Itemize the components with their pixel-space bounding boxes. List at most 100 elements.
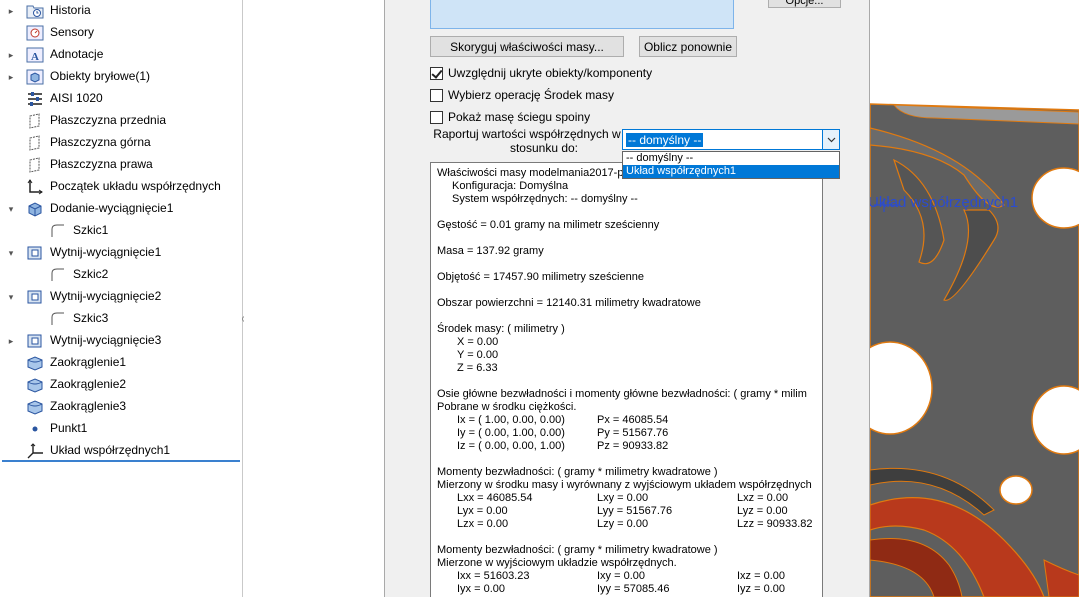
- tree-item-13[interactable]: Szkic2: [0, 264, 240, 286]
- sketch-icon: [49, 222, 67, 240]
- tree-item-label: Obiekty bryłowe(1): [50, 69, 151, 83]
- include-hidden-label: Uwzględnij ukryte obiekty/komponenty: [448, 66, 653, 80]
- tree-item-label: Zaokrąglenie3: [50, 399, 127, 413]
- result-lyz: Lyz = 0.00: [737, 505, 788, 517]
- select-com-checkbox[interactable]: [430, 88, 443, 102]
- tree-item-6[interactable]: Płaszczyzna przednia: [0, 110, 240, 132]
- tree-item-label: Wytnij-wyciągnięcie2: [50, 289, 162, 303]
- tree-item-label: Płaszczyzna górna: [50, 135, 151, 149]
- tree-item-5[interactable]: AISI 1020: [0, 88, 240, 110]
- report-label-line2: stosunku do:: [509, 141, 579, 155]
- tree-item-label: Szkic2: [73, 267, 109, 281]
- coordinate-system-label[interactable]: Układ współrzędnych1: [868, 194, 1018, 211]
- tree-item-2[interactable]: Sensory: [0, 22, 240, 44]
- combo-selected-value: -- domyślny --: [626, 133, 704, 147]
- point-icon: [26, 420, 44, 438]
- chevron-right-icon[interactable]: ▸: [6, 6, 16, 16]
- tree-item-9[interactable]: Początek układu współrzędnych: [0, 176, 240, 198]
- select-com-label: Wybierz operację Środek masy: [448, 88, 614, 102]
- tree-item-label: Zaokrąglenie1: [50, 355, 127, 369]
- result-lzy: Lzy = 0.00: [597, 518, 649, 530]
- result-lyx: Lyx = 0.00: [457, 505, 508, 517]
- chevron-right-icon[interactable]: ▸: [6, 72, 16, 82]
- tree-item-label: Układ współrzędnych1: [50, 443, 171, 457]
- feature-manager-tree: ▸ Historia Sensory ▸ A Adnotacje ▸ Obiekty brył…: [0, 0, 243, 597]
- weld-bead-checkbox[interactable]: [430, 110, 443, 124]
- tree-item-21[interactable]: Układ współrzędnych1: [0, 440, 240, 462]
- result-volume: Objętość = 17457.90 milimetry sześcienne: [437, 271, 644, 283]
- tree-item-4[interactable]: ▸ Obiekty bryłowe(1): [0, 66, 240, 88]
- tree-item-3[interactable]: ▸ A Adnotacje: [0, 44, 240, 66]
- tree-item-label: Dodanie-wyciągnięcie1: [50, 201, 174, 215]
- svg-text:A: A: [31, 51, 39, 63]
- selection-list-box[interactable]: [430, 0, 734, 29]
- result-lyy: Lyy = 51567.76: [597, 505, 673, 517]
- mass-properties-dialog: Opcje... Skoryguj właściwości masy... Ob…: [384, 0, 870, 597]
- weld-bead-label: Pokaż masę ściegu spoiny: [448, 110, 591, 124]
- tree-item-7[interactable]: Płaszczyzna górna: [0, 132, 240, 154]
- weld-bead-checkbox-row[interactable]: Pokaż masę ściegu spoiny: [430, 109, 590, 125]
- tree-item-11[interactable]: Szkic1: [0, 220, 240, 242]
- chevron-down-icon[interactable]: [822, 130, 839, 149]
- plane-icon: [26, 134, 44, 152]
- tree-item-label: Płaszczyzna prawa: [50, 157, 153, 171]
- tree-item-label: Adnotacje: [50, 47, 104, 61]
- override-mass-properties-button[interactable]: Skoryguj właściwości masy...: [430, 36, 624, 57]
- fillet-icon: [26, 398, 44, 416]
- tree-item-16[interactable]: ▸ Wytnij-wyciągnięcie3: [0, 330, 240, 352]
- result-mass: Masa = 137.92 gramy: [437, 245, 544, 257]
- material-icon: [26, 90, 44, 108]
- include-hidden-checkbox-row[interactable]: Uwzględnij ukryte obiekty/komponenty: [430, 65, 652, 81]
- tree-selection-indicator: [2, 460, 240, 462]
- tree-item-20[interactable]: Punkt1: [0, 418, 240, 440]
- result-ix: Ix = ( 1.00, 0.00, 0.00): [457, 414, 565, 426]
- coordinate-system-combo[interactable]: -- domyślny --: [622, 129, 840, 150]
- result-configuration: Konfiguracja: Domyślna: [452, 180, 569, 192]
- tree-item-label: AISI 1020: [50, 91, 103, 105]
- tree-item-label: Historia: [50, 3, 91, 17]
- chevron-down-icon[interactable]: ▾: [6, 248, 16, 258]
- report-label-line1: Raportuj wartości współrzędnych w: [433, 127, 621, 141]
- extrude-cut-icon: [26, 244, 44, 262]
- plane-icon: [26, 112, 44, 130]
- result-coordsys: System współrzędnych: -- domyślny --: [452, 193, 638, 205]
- tree-item-12[interactable]: ▾ Wytnij-wyciągnięcie1: [0, 242, 240, 264]
- dropdown-option-coordsys1[interactable]: Układ współrzędnych1: [623, 165, 839, 178]
- result-com-title: Środek masy: ( milimetry ): [437, 323, 565, 335]
- recalculate-button[interactable]: Oblicz ponownie: [639, 36, 737, 57]
- chevron-right-icon[interactable]: ▸: [6, 50, 16, 60]
- chevron-right-icon[interactable]: ▸: [6, 336, 16, 346]
- tree-item-19[interactable]: Zaokrąglenie3: [0, 396, 240, 418]
- tree-item-label: Punkt1: [50, 421, 88, 435]
- extrude-boss-icon: [26, 200, 44, 218]
- tree-item-10[interactable]: ▾ Dodanie-wyciągnięcie1: [0, 198, 240, 220]
- tree-item-label: Szkic1: [73, 223, 109, 237]
- result-com-z: Z = 6.33: [457, 362, 498, 374]
- origin-icon: [26, 178, 44, 196]
- mass-properties-results-box[interactable]: Właściwości masy modelmania2017-p Konfig…: [430, 162, 823, 597]
- tree-item-18[interactable]: Zaokrąglenie2: [0, 374, 240, 396]
- include-hidden-checkbox[interactable]: [430, 66, 443, 80]
- tree-item-label: Szkic3: [73, 311, 109, 325]
- result-ixx: Ixx = 51603.23: [457, 570, 530, 582]
- result-moments2-sub: Mierzone w wyjściowym układzie współrzęd…: [437, 557, 677, 569]
- result-moments1-title: Momenty bezwładności: ( gramy * milimetr…: [437, 466, 718, 478]
- tree-item-8[interactable]: Płaszczyzna prawa: [0, 154, 240, 176]
- options-button[interactable]: Opcje...: [768, 0, 841, 8]
- chevron-down-icon[interactable]: ▾: [6, 204, 16, 214]
- select-com-checkbox-row[interactable]: Wybierz operację Środek masy: [430, 87, 614, 103]
- result-ixy: Ixy = 0.00: [597, 570, 646, 582]
- sketch-icon: [49, 310, 67, 328]
- tree-item-14[interactable]: ▾ Wytnij-wyciągnięcie2: [0, 286, 240, 308]
- result-iyx: Iyx = 0.00: [457, 583, 506, 595]
- tree-item-17[interactable]: Zaokrąglenie1: [0, 352, 240, 374]
- fillet-icon: [26, 376, 44, 394]
- annotation-icon: A: [26, 46, 44, 64]
- tree-item-15[interactable]: Szkic3: [0, 308, 240, 330]
- tree-item-label: Wytnij-wyciągnięcie1: [50, 245, 162, 259]
- dropdown-option-default[interactable]: -- domyślny --: [623, 152, 839, 165]
- result-ixz: Ixz = 0.00: [737, 570, 786, 582]
- result-iy: Iy = ( 0.00, 1.00, 0.00): [457, 427, 565, 439]
- chevron-down-icon[interactable]: ▾: [6, 292, 16, 302]
- tree-item-1[interactable]: ▸ Historia: [0, 0, 240, 22]
